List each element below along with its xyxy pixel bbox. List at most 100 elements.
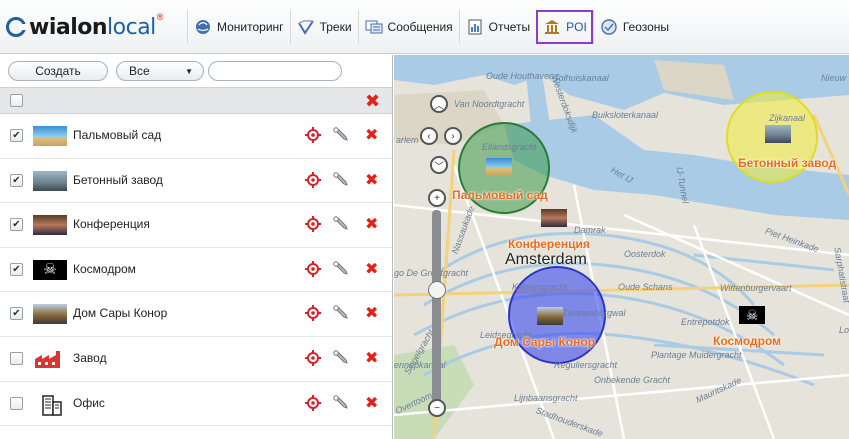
pan-down-button[interactable]: ﹀	[430, 156, 448, 174]
search-input[interactable]	[208, 61, 342, 81]
tab-poi[interactable]: POI	[536, 10, 593, 44]
tab-tracks[interactable]: Треки	[289, 10, 358, 44]
poi-name[interactable]: Космодром	[73, 262, 136, 276]
poi-name[interactable]: Бетонный завод	[73, 173, 163, 187]
map-label: Entrepotdok	[681, 317, 730, 327]
pirate-flag-marker-icon[interactable]: ☠	[739, 306, 765, 324]
locate-target-icon[interactable]	[305, 260, 321, 280]
logo-icon	[6, 17, 28, 37]
factory-photo-icon	[33, 170, 67, 191]
pan-up-button[interactable]: ︿	[430, 95, 448, 113]
map-label: Van Noordtgracht	[454, 99, 525, 109]
poi-list: ✔ Пальмовый сад ✖ ✔ Бетонный завод ✖ ✔ Конферен…	[0, 114, 392, 427]
map-label: Kaizersgracht	[512, 282, 568, 292]
edit-wrench-icon[interactable]	[332, 260, 350, 281]
reports-icon	[466, 18, 484, 36]
list-item[interactable]: ✔ ☠ Космодром ✖	[0, 248, 392, 293]
factory-marker-icon[interactable]	[765, 125, 791, 143]
select-all-checkbox[interactable]	[10, 94, 23, 107]
palm-marker-icon[interactable]	[486, 158, 512, 176]
poi-checkbox[interactable]: ✔	[10, 173, 23, 187]
zoom-slider[interactable]	[432, 210, 441, 405]
dropdown-arrow-icon: ▼	[185, 66, 193, 76]
poi-name[interactable]: Пальмовый сад	[73, 128, 161, 142]
delete-icon[interactable]: ✖	[365, 259, 378, 279]
delete-all-icon[interactable]: ✖	[365, 91, 380, 112]
list-item[interactable]: ✔ Бетонный завод ✖	[0, 159, 392, 204]
locate-target-icon[interactable]	[305, 171, 321, 191]
list-item[interactable]: Завод ✖	[0, 337, 392, 382]
delete-icon[interactable]: ✖	[365, 125, 378, 145]
poi-checkbox[interactable]: ✔	[10, 307, 23, 321]
locate-target-icon[interactable]	[305, 127, 321, 146]
map-view[interactable]: Oude Houthaven Tolhuiskanaal Nieuw Van N…	[394, 55, 849, 439]
delete-icon[interactable]: ✖	[365, 303, 378, 323]
map-label: Lo	[839, 325, 849, 335]
poi-name[interactable]: Дом Сары Конор	[73, 306, 167, 320]
poi-controls: Создать Все ▼	[0, 55, 392, 87]
main-tabs: Мониторинг Треки Сообщения Отчеты POI Ге…	[187, 10, 675, 44]
list-item[interactable]: Офис ✖	[0, 382, 392, 427]
globe-icon	[194, 18, 212, 36]
poi-label-cosmodrome: Космодром	[713, 334, 782, 348]
map-label: Lijnbaansgracht	[514, 393, 578, 403]
zoom-handle[interactable]	[428, 281, 446, 299]
list-item[interactable]: ✔ Конференция ✖	[0, 203, 392, 248]
list-item[interactable]: ✔ Дом Сары Конор ✖	[0, 292, 392, 337]
tab-monitoring[interactable]: Мониторинг	[187, 10, 290, 44]
house-marker-icon[interactable]	[537, 307, 563, 325]
logo-text-bold: wialon	[29, 14, 108, 40]
factory-icon	[33, 349, 67, 369]
poi-checkbox[interactable]	[10, 351, 23, 365]
delete-icon[interactable]: ✖	[365, 348, 378, 368]
filter-select[interactable]: Все ▼	[116, 61, 204, 81]
edit-wrench-icon[interactable]	[332, 394, 350, 415]
create-button[interactable]: Создать	[8, 61, 108, 81]
map-label: Oude Houthaven	[486, 71, 555, 81]
pan-left-button[interactable]: ‹	[420, 127, 438, 145]
list-header: ✖	[0, 87, 392, 114]
conference-marker-icon[interactable]	[541, 209, 567, 227]
poi-label-factory: Бетонный завод	[738, 156, 837, 170]
locate-target-icon[interactable]	[305, 349, 321, 369]
poi-name[interactable]: Завод	[73, 351, 107, 365]
tab-reports[interactable]: Отчеты	[458, 10, 536, 44]
tab-messages[interactable]: Сообщения	[357, 10, 459, 44]
map-label: Nieuw	[821, 73, 847, 83]
poi-name[interactable]: Конференция	[73, 217, 150, 231]
logo-text-light: local	[107, 14, 156, 40]
geofence-icon	[600, 18, 618, 36]
zoom-in-button[interactable]: +	[428, 189, 446, 207]
filter-value: Все	[129, 64, 150, 78]
map-label: Reguliersgracht	[554, 360, 618, 370]
map-label: Wittenburgervaart	[720, 283, 792, 293]
top-toolbar: wialonlocal ® Мониторинг Треки Сообщения	[0, 0, 849, 54]
pan-right-button[interactable]: ›	[444, 127, 462, 145]
edit-wrench-icon[interactable]	[332, 304, 350, 325]
edit-wrench-icon[interactable]	[332, 349, 350, 370]
zoom-out-button[interactable]: −	[428, 399, 446, 417]
poi-checkbox[interactable]: ✔	[10, 129, 23, 142]
tab-geofences[interactable]: Геозоны	[592, 10, 675, 44]
map-label: Onbekende Gracht	[594, 375, 671, 385]
poi-checkbox[interactable]: ✔	[10, 218, 23, 232]
messages-icon	[365, 18, 383, 36]
list-item[interactable]: ✔ Пальмовый сад ✖	[0, 114, 392, 159]
locate-target-icon[interactable]	[305, 216, 321, 235]
poi-checkbox[interactable]: ✔	[10, 262, 23, 276]
delete-icon[interactable]: ✖	[365, 393, 378, 413]
poi-panel: Создать Все ▼ ✖ ✔ Пальмовый сад ✖ ✔ Бетонный…	[0, 55, 393, 439]
locate-target-icon[interactable]	[305, 394, 321, 414]
landmark-icon	[543, 18, 561, 36]
wialon-logo[interactable]: wialonlocal ®	[6, 10, 163, 44]
delete-icon[interactable]: ✖	[365, 170, 378, 190]
house-photo-icon	[33, 304, 67, 325]
poi-name[interactable]: Офис	[73, 396, 105, 410]
delete-icon[interactable]: ✖	[365, 214, 378, 234]
map-label: Tolhuiskanaal	[554, 73, 609, 83]
edit-wrench-icon[interactable]	[332, 215, 350, 236]
locate-target-icon[interactable]	[305, 305, 321, 324]
poi-checkbox[interactable]	[10, 396, 23, 410]
edit-wrench-icon[interactable]	[332, 171, 350, 192]
edit-wrench-icon[interactable]	[332, 126, 350, 147]
